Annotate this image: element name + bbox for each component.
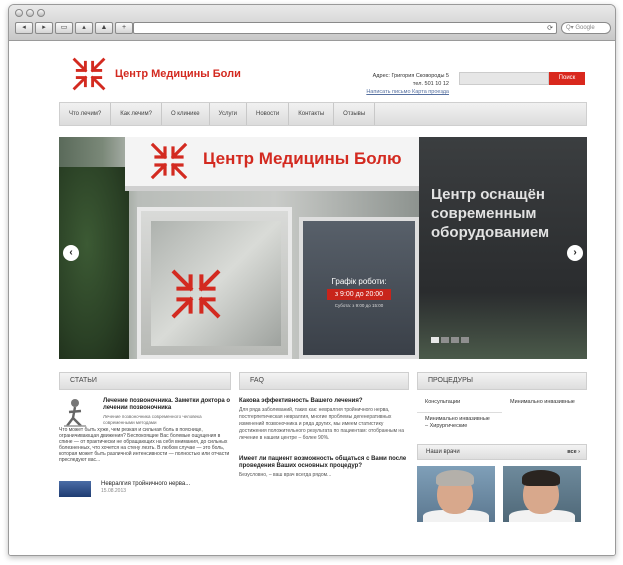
procedure-item[interactable]: Минимально инвазивные – Хирургические [417, 413, 502, 436]
minimize-window-button[interactable] [26, 9, 34, 17]
schedule-hours: з 9:00 до 20:00 [327, 289, 391, 300]
address-text: Адрес: Григория Сковороды 5 [372, 73, 449, 79]
site-logo[interactable]: Центр Медицины Боли [71, 56, 241, 92]
browser-titlebar: ◂ ▸ ▭ ▴ ▲ + ⟳ Q▾ Google [9, 5, 615, 41]
article-title[interactable]: Лечение позвоночника. Заметки доктора о … [103, 398, 231, 412]
slider-prev-button[interactable]: ‹ [63, 245, 79, 261]
main-nav: Что лечим? Как лечим? О клинике Услуги Н… [59, 102, 587, 126]
reload-icon[interactable]: ⟳ [547, 24, 553, 32]
article-body: Что может быть хуже, чем резкая и сильна… [59, 427, 230, 463]
slide-schedule: Графік роботи: з 9:00 до 20:00 Субота: з… [321, 277, 397, 308]
site-search-button[interactable]: Поиск [549, 72, 585, 85]
nav-item-how-we-treat[interactable]: Как лечим? [111, 103, 162, 125]
home-button[interactable]: ▴ [75, 22, 93, 34]
site-search-input[interactable] [459, 72, 549, 85]
procedure-item[interactable]: Минимально инвазивные [502, 396, 587, 413]
zoom-window-button[interactable] [37, 9, 45, 17]
faq-answer: Безусловно, – ваш врач всегда рядом... [239, 472, 332, 478]
slider-dot-3[interactable] [451, 337, 459, 343]
faq-question[interactable]: Имеет ли пациент возможность общаться с … [239, 456, 409, 470]
doctor-photo[interactable] [503, 466, 581, 522]
article-item[interactable]: Лечение позвоночника. Заметки доктора о … [59, 398, 231, 463]
slider-dots [431, 337, 469, 343]
doctors-photos [417, 466, 587, 522]
web-page: Центр Медицины Боли Адрес: Григория Сков… [9, 42, 615, 555]
hero-slider: Центр Медицины Болю Графік роботи: з 9:0… [59, 137, 587, 359]
slider-next-button[interactable]: › [567, 245, 583, 261]
spine-icon [64, 399, 86, 427]
slide-photo-right [419, 137, 587, 359]
slider-dot-1[interactable] [431, 337, 439, 343]
articles-header[interactable]: СТАТЬИ [59, 372, 231, 390]
add-tab-button[interactable]: + [115, 22, 133, 34]
bookmarks-button[interactable]: ▭ [55, 22, 73, 34]
slide-tree [59, 167, 129, 359]
site-search: Поиск [459, 72, 585, 85]
door-arrows-icon [171, 269, 221, 319]
slide-clinic-sign: Центр Медицины Болю [125, 137, 425, 191]
sign-arrows-icon [150, 142, 188, 180]
close-window-button[interactable] [15, 9, 23, 17]
procedure-item[interactable] [502, 413, 587, 436]
slider-dot-4[interactable] [461, 337, 469, 343]
forward-button[interactable]: ▸ [35, 22, 53, 34]
faq-header[interactable]: FAQ [239, 372, 409, 390]
faq-column: FAQ Какова эффективность Вашего лечения?… [239, 372, 409, 479]
site-container: Центр Медицины Боли Адрес: Григория Сков… [59, 42, 587, 555]
nav-item-services[interactable]: Услуги [210, 103, 247, 125]
contact-links[interactable]: Написать письмо Карта проезда [329, 88, 449, 96]
article-item[interactable]: Невралгия тройничного нерва... 15.08.201… [59, 481, 231, 497]
contact-info: Адрес: Григория Сковороды 5 тел. 501 10 … [329, 72, 449, 96]
browser-toolbar: ◂ ▸ ▭ ▴ ▲ + [15, 22, 133, 34]
up-button[interactable]: ▲ [95, 22, 113, 34]
article-subtitle: Лечение позвоночника современного челове… [103, 414, 202, 425]
slide-sign-text: Центр Медицины Болю [203, 149, 402, 168]
article-date: 15.08.2013 [101, 488, 127, 494]
procedures-header[interactable]: ПРОЦЕДУРЫ [417, 372, 587, 390]
faq-answer: Для ряда заболеваний, таких как: невралг… [239, 407, 404, 441]
doctor-hair [522, 470, 560, 486]
logo-text: Центр Медицины Боли [115, 68, 241, 80]
nav-item-what-we-treat[interactable]: Что лечим? [60, 103, 112, 125]
nav-item-about[interactable]: О клинике [162, 103, 210, 125]
schedule-note: Субота: з 9:00 до 15:00 [334, 303, 384, 308]
procedures-list: Консультации Минимально инвазивные Миним… [417, 396, 587, 436]
nav-item-news[interactable]: Новости [247, 103, 290, 125]
logo-arrows-icon [72, 57, 106, 91]
browser-window: ◂ ▸ ▭ ▴ ▲ + ⟳ Q▾ Google Центр Медицины Б… [8, 4, 616, 556]
doctors-title: Наши врачи [426, 449, 460, 455]
nav-item-contacts[interactable]: Контакты [289, 103, 335, 125]
nav-item-reviews[interactable]: Отзывы [334, 103, 376, 125]
procedure-item[interactable]: Консультации [417, 396, 502, 413]
window-controls [15, 9, 45, 17]
article-thumbnail[interactable] [59, 481, 91, 497]
slide-caption: Центр оснащён современным оборудованием [431, 186, 550, 241]
article-title[interactable]: Невралгия тройничного нерва... [101, 481, 190, 488]
phone-text: тел. 501 10 12 [412, 81, 449, 87]
faq-question[interactable]: Какова эффективность Вашего лечения? [239, 398, 409, 405]
articles-column: СТАТЬИ Лечение позвоночника. Заметки док… [59, 372, 231, 497]
doctor-hair [436, 470, 474, 486]
schedule-title: Графік роботи: [331, 277, 387, 286]
back-button[interactable]: ◂ [15, 22, 33, 34]
doctor-photo[interactable] [417, 466, 495, 522]
doctors-header: Наши врачи все › [417, 444, 587, 460]
address-bar[interactable]: ⟳ [133, 22, 557, 34]
doctors-all-link[interactable]: все › [567, 445, 580, 459]
browser-search-field[interactable]: Q▾ Google [561, 22, 611, 34]
slider-dot-2[interactable] [441, 337, 449, 343]
procedures-column: ПРОЦЕДУРЫ Консультации Минимально инвази… [417, 372, 587, 522]
